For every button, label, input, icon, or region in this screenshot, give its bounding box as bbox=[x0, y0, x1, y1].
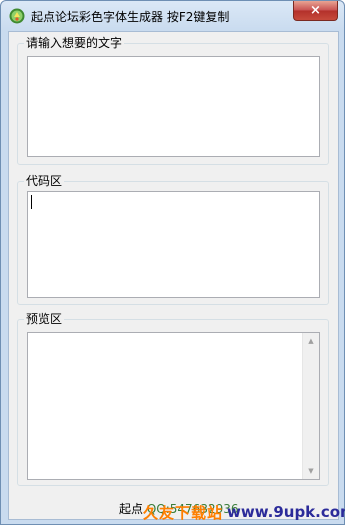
app-logo-icon bbox=[9, 8, 25, 24]
code-text-field[interactable] bbox=[27, 191, 320, 298]
preview-scrollbar[interactable]: ▲ ▼ bbox=[302, 333, 319, 479]
preview-group: 预览区 ▲ ▼ bbox=[17, 312, 329, 486]
code-group-label: 代码区 bbox=[24, 174, 65, 188]
code-group: 代码区 bbox=[17, 174, 329, 305]
text-caret bbox=[31, 195, 32, 209]
status-label: 起点 bbox=[119, 502, 144, 516]
watermark: 久友下载站 www.9upk.com bbox=[143, 501, 345, 523]
client-area: 请输入想要的文字 代码区 预览区 ▲ ▼ 起点 QQ:547632936 bbox=[8, 31, 339, 520]
input-group: 请输入想要的文字 bbox=[17, 36, 329, 165]
close-icon: × bbox=[310, 3, 321, 18]
title-bar[interactable]: 起点论坛彩色字体生成器 按F2键复制 × bbox=[1, 1, 344, 31]
close-button[interactable]: × bbox=[293, 1, 338, 21]
window-title: 起点论坛彩色字体生成器 按F2键复制 bbox=[31, 10, 230, 24]
preview-area[interactable]: ▲ ▼ bbox=[27, 332, 320, 480]
scroll-up-arrow-icon[interactable]: ▲ bbox=[303, 333, 319, 349]
input-text-field[interactable] bbox=[27, 56, 320, 157]
watermark-site-name: 久友下载站 bbox=[143, 503, 224, 522]
preview-group-label: 预览区 bbox=[24, 312, 65, 326]
scroll-down-arrow-icon[interactable]: ▼ bbox=[303, 463, 319, 479]
input-group-label: 请输入想要的文字 bbox=[24, 36, 125, 50]
app-window: 起点论坛彩色字体生成器 按F2键复制 × 请输入想要的文字 代码区 预览区 ▲ … bbox=[0, 0, 345, 525]
watermark-url: www.9upk.com bbox=[227, 503, 345, 521]
